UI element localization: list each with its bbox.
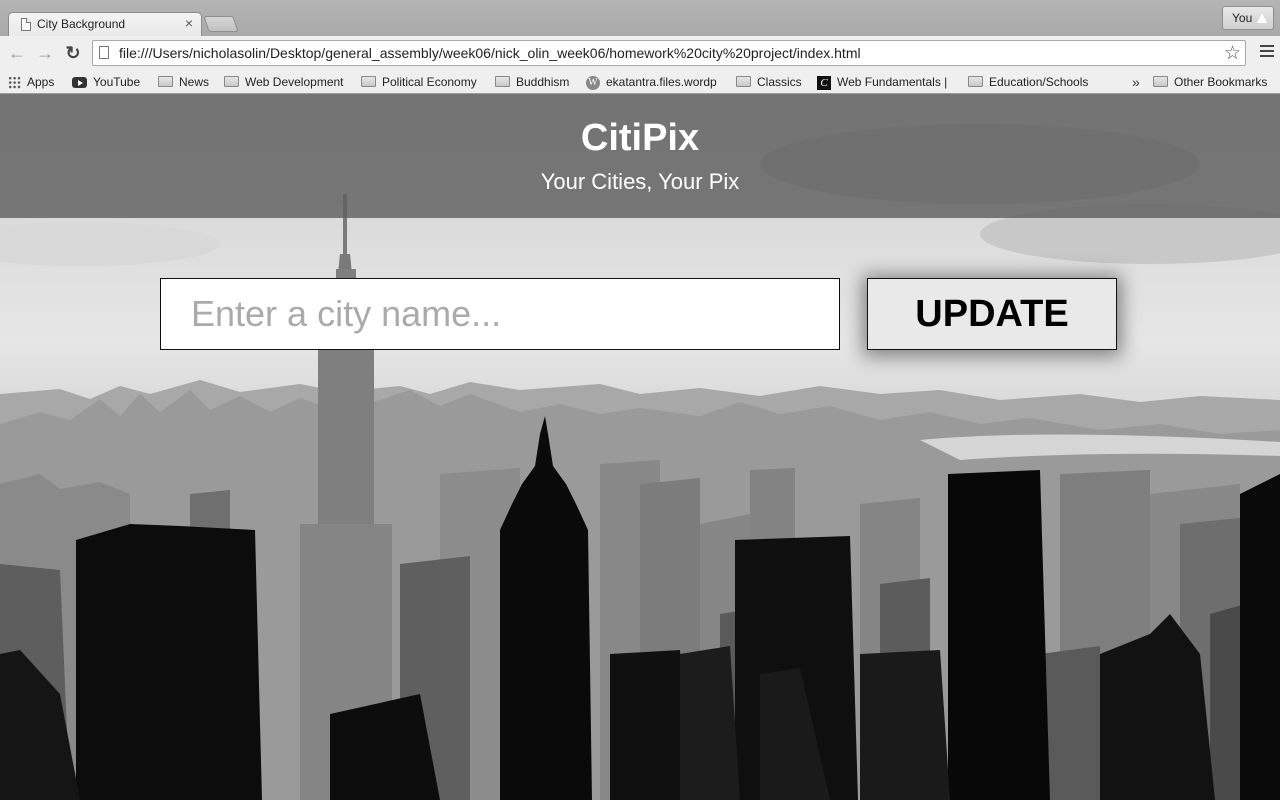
youtube-icon: [72, 77, 87, 89]
bookmark-label: Web Fundamentals |: [837, 75, 948, 89]
profile-label: You: [1232, 11, 1253, 25]
folder-icon: [224, 76, 239, 88]
folder-icon: [736, 76, 751, 88]
folder-icon: [1153, 76, 1168, 88]
bookmark-other-bookmarks[interactable]: Other Bookmarks: [1153, 73, 1267, 91]
folder-icon: [158, 76, 173, 88]
bookmark-apps[interactable]: Apps: [8, 73, 54, 91]
bookmark-label: Classics: [757, 75, 802, 89]
bookmarks-overflow-chevron-icon[interactable]: »: [1132, 73, 1140, 91]
bookmark-political-economy[interactable]: Political Economy: [361, 73, 477, 91]
chrome-menu-icon[interactable]: [1260, 45, 1274, 59]
browser-toolbar: ← → ↻ file:///Users/nicholasolin/Desktop…: [0, 36, 1280, 70]
bookmark-label: Web Development: [245, 75, 344, 89]
update-button[interactable]: UPDATE: [867, 278, 1117, 350]
bookmark-web-fundamentals[interactable]: C Web Fundamentals |: [817, 73, 947, 91]
c-logo-icon: C: [817, 75, 831, 90]
bookmark-ekatantra[interactable]: Wekatantra.files.wordp: [586, 73, 720, 91]
folder-icon: [495, 76, 510, 88]
folder-icon: [361, 76, 376, 88]
bookmark-label: YouTube: [93, 75, 141, 89]
back-button[interactable]: ←: [6, 42, 28, 64]
browser-tab[interactable]: City Background ×: [8, 12, 202, 36]
bookmarks-bar: Apps YouTube News Web Development Politi…: [0, 70, 1280, 94]
bookmark-label: ekatantra.files.wordp: [606, 75, 717, 89]
bookmark-news[interactable]: News: [158, 73, 209, 91]
bookmark-label: Political Economy: [382, 75, 477, 89]
folder-icon: [968, 76, 983, 88]
bookmark-label: Education/Schools: [989, 75, 1089, 89]
site-header: CitiPix Your Cities, Your Pix: [0, 94, 1280, 218]
bookmark-buddhism[interactable]: Buddhism: [495, 73, 569, 91]
address-bar[interactable]: file:///Users/nicholasolin/Desktop/gener…: [92, 40, 1246, 66]
bookmark-star-icon[interactable]: ☆: [1224, 42, 1241, 65]
url-text[interactable]: file:///Users/nicholasolin/Desktop/gener…: [119, 45, 861, 61]
site-subtitle: Your Cities, Your Pix: [540, 169, 740, 194]
site-title: CitiPix: [580, 117, 700, 159]
page-favicon-icon: [21, 18, 31, 31]
page-viewport: CitiPix Your Cities, Your Pix UPDATE: [0, 94, 1280, 800]
profile-button[interactable]: You: [1222, 6, 1274, 30]
apps-grid-icon: [8, 76, 21, 90]
tab-close-icon[interactable]: ×: [185, 15, 193, 31]
wordpress-icon: W: [586, 75, 600, 90]
forward-button[interactable]: →: [34, 42, 56, 64]
bookmark-education-schools[interactable]: Education/Schools: [968, 73, 1088, 91]
reload-button[interactable]: ↻: [62, 42, 84, 64]
bookmark-label: News: [179, 75, 210, 89]
tab-title: City Background: [37, 17, 126, 31]
bookmark-classics[interactable]: Classics: [736, 73, 802, 91]
bookmark-web-development[interactable]: Web Development: [224, 73, 344, 91]
bookmark-label: Buddhism: [516, 75, 570, 89]
new-tab-button[interactable]: [203, 16, 239, 32]
tab-strip: City Background × You: [0, 0, 1280, 36]
bookmark-label: Other Bookmarks: [1174, 75, 1268, 89]
page-icon: [99, 46, 109, 59]
bookmark-youtube[interactable]: YouTube: [72, 73, 140, 91]
bookmark-label: Apps: [27, 75, 55, 89]
city-name-input[interactable]: [160, 278, 840, 350]
warning-icon: [1257, 13, 1267, 23]
